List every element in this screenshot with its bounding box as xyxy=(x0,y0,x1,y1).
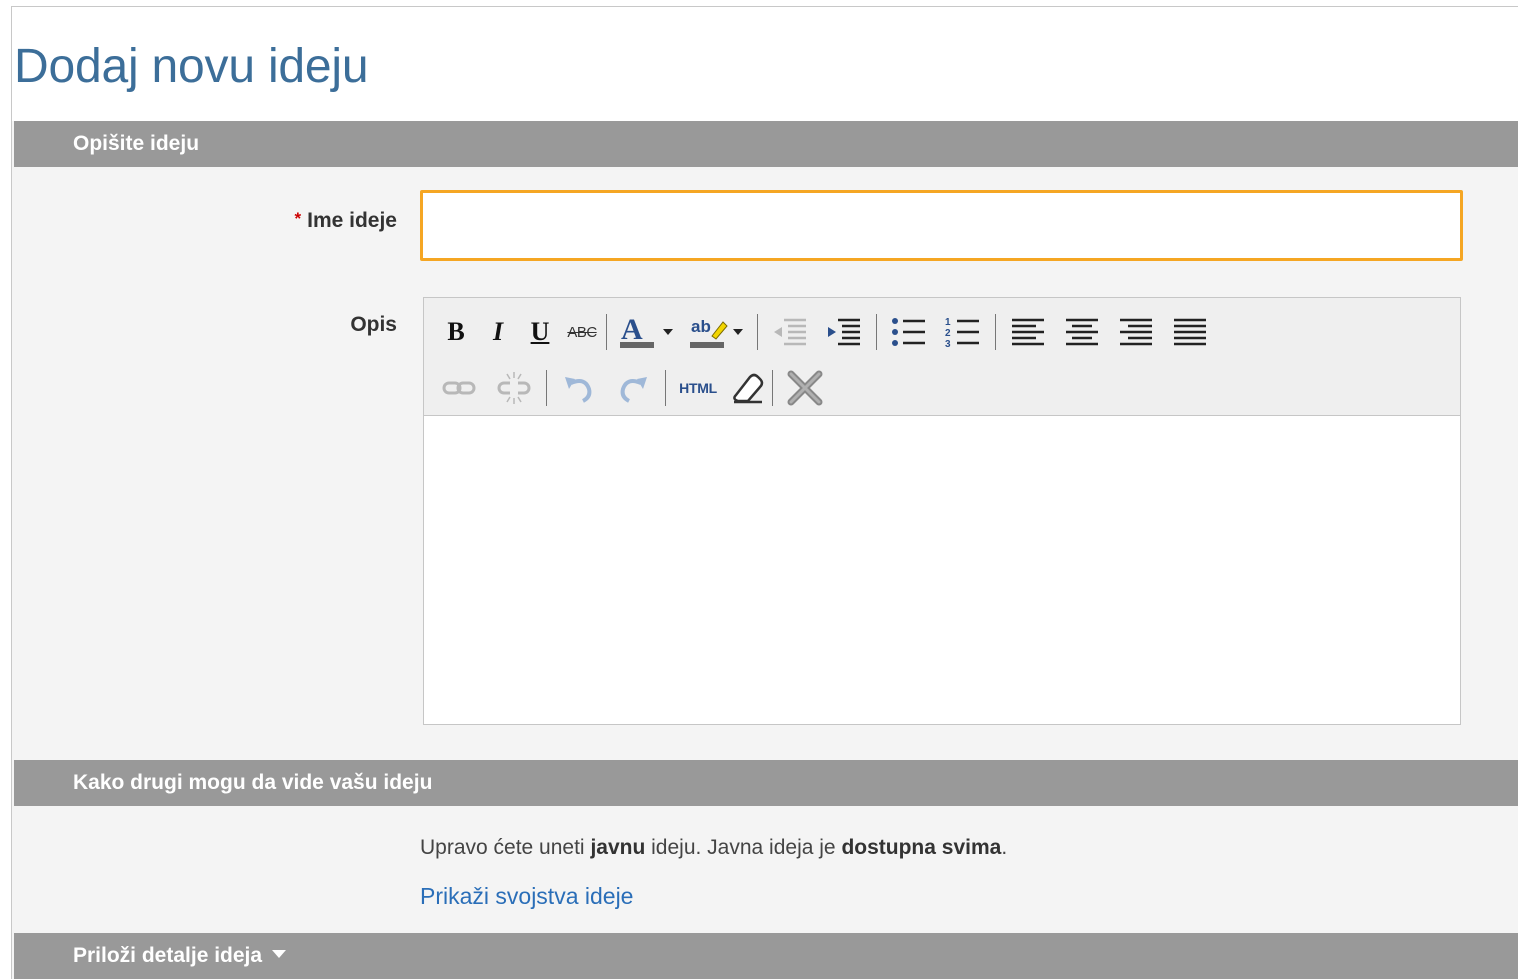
toolbar-row-1: B I U ABC A ab 1 2 3 xyxy=(438,310,1222,354)
undo-button[interactable] xyxy=(557,368,601,408)
indent-button[interactable] xyxy=(822,312,866,352)
html-source-icon: HTML xyxy=(679,380,717,396)
align-left-icon xyxy=(1012,318,1044,346)
idea-name-input[interactable] xyxy=(420,190,1463,261)
toolbar-separator xyxy=(665,370,666,406)
info-text-part: ideju. Javna ideja je xyxy=(645,836,842,859)
svg-text:3: 3 xyxy=(945,339,951,349)
idea-name-label-text: Ime ideje xyxy=(307,209,397,232)
eraser-button[interactable] xyxy=(730,368,766,408)
unlink-icon xyxy=(497,372,531,404)
caret-down-icon xyxy=(272,950,287,959)
redo-icon xyxy=(620,377,647,403)
show-idea-properties-link[interactable]: Prikaži svojstva ideje xyxy=(420,883,633,910)
font-color-icon: A xyxy=(620,313,673,348)
html-source-button[interactable]: HTML xyxy=(676,368,720,408)
svg-text:2: 2 xyxy=(945,328,951,339)
undo-icon xyxy=(565,377,592,403)
underline-button[interactable]: U xyxy=(522,312,558,352)
link-icon xyxy=(442,381,476,395)
section-header-attach[interactable]: Priloži detalje ideja xyxy=(14,933,1518,979)
numbered-list-button[interactable]: 123 xyxy=(941,312,985,352)
section-header-attach-label: Priloži detalje ideja xyxy=(73,944,263,967)
underline-icon: U xyxy=(530,317,550,346)
toolbar-row-2: HTML xyxy=(438,366,837,410)
eraser-icon xyxy=(733,373,764,404)
strikethrough-icon: ABC xyxy=(567,323,597,341)
toolbar-separator xyxy=(995,314,996,350)
svg-text:1: 1 xyxy=(945,317,951,328)
info-text-part: Upravo ćete uneti xyxy=(420,836,591,859)
toolbar-separator xyxy=(772,370,773,406)
svg-text:A: A xyxy=(621,313,643,346)
align-center-button[interactable] xyxy=(1060,312,1104,352)
svg-text:ab: ab xyxy=(691,317,711,336)
section-header-visibility: Kako drugi mogu da vide vašu ideju xyxy=(14,760,1518,806)
remove-format-button[interactable] xyxy=(783,368,827,408)
italic-button[interactable]: I xyxy=(480,312,516,352)
info-text-part: . xyxy=(1001,836,1008,859)
bold-button[interactable]: B xyxy=(438,312,474,352)
italic-icon: I xyxy=(492,317,504,346)
align-justify-icon xyxy=(1174,318,1206,346)
title-area: Dodaj novu ideju xyxy=(12,7,1518,121)
toolbar-separator xyxy=(757,314,758,350)
toolbar-separator xyxy=(546,370,547,406)
visibility-info-text: Upravo ćete uneti javnu ideju. Javna ide… xyxy=(420,836,1007,860)
description-label: Opis xyxy=(350,313,397,336)
unlink-button[interactable] xyxy=(492,368,536,408)
align-right-button[interactable] xyxy=(1114,312,1158,352)
align-left-button[interactable] xyxy=(1006,312,1050,352)
editor-toolbar: B I U ABC A ab 1 2 3 HTML xyxy=(424,298,1460,416)
font-color-button[interactable]: A xyxy=(617,312,677,352)
info-text-bold-public: javnu xyxy=(590,836,646,859)
align-center-icon xyxy=(1066,318,1098,346)
numbered-list-icon: 123 xyxy=(945,317,979,349)
align-right-icon xyxy=(1120,318,1152,346)
bulleted-list-icon xyxy=(892,318,925,346)
highlight-color-icon: ab xyxy=(690,317,743,348)
toolbar-separator xyxy=(876,314,877,350)
page-title: Dodaj novu ideju xyxy=(14,40,369,93)
rich-text-editor: B I U ABC A ab 1 2 3 HTML xyxy=(423,297,1461,725)
toolbar-separator xyxy=(606,314,607,350)
section-header-describe: Opišite ideju xyxy=(14,121,1518,167)
link-button[interactable] xyxy=(438,368,482,408)
page-frame: Dodaj novu ideju Opišite ideju * Ime idej… xyxy=(11,6,1518,979)
info-text-bold-available: dostupna svima xyxy=(841,836,1002,859)
redo-button[interactable] xyxy=(611,368,655,408)
strikethrough-button[interactable]: ABC xyxy=(564,312,600,352)
required-marker: * xyxy=(294,209,302,228)
idea-name-label: * Ime ideje xyxy=(294,209,397,233)
outdent-icon xyxy=(774,318,806,346)
description-editor-area[interactable] xyxy=(424,416,1460,724)
align-justify-button[interactable] xyxy=(1168,312,1212,352)
bulleted-list-button[interactable] xyxy=(887,312,931,352)
highlight-color-button[interactable]: ab xyxy=(687,312,747,352)
outdent-button[interactable] xyxy=(768,312,812,352)
indent-icon xyxy=(828,318,860,346)
bold-icon: B xyxy=(447,317,465,346)
remove-format-icon xyxy=(787,370,823,406)
